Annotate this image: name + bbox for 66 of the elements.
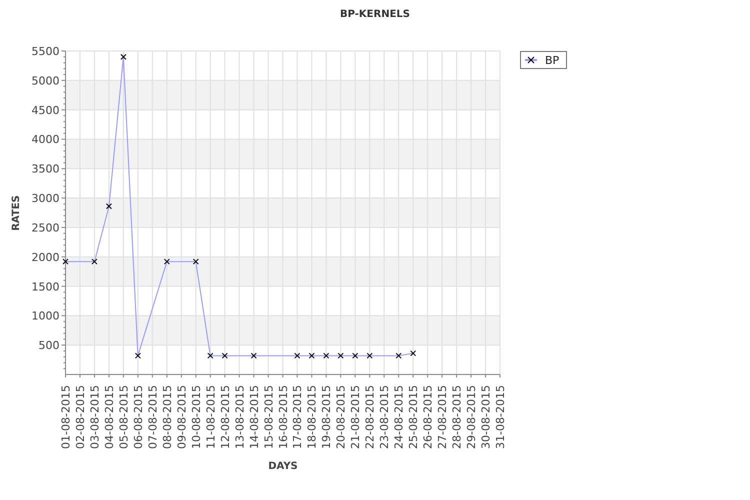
point-marker [396,352,402,359]
y-tick-label: 2000 [32,250,60,264]
y-tick-label: 5500 [32,45,60,58]
x-tick-label: 29-08-2015 [465,385,478,449]
legend-box [520,51,567,69]
x-tick-label: 08-08-2015 [160,385,174,449]
y-tick-label: 1000 [32,310,60,323]
y-tick-label: 5000 [32,74,60,88]
x-tick-label: 09-08-2015 [175,385,188,449]
x-tick-label: 15-08-2015 [262,385,276,449]
x-tick-label: 14-08-2015 [248,385,261,449]
x-tick-label: 03-08-2015 [88,385,102,449]
x-tick-label: 27-08-2015 [436,385,450,449]
legend-marker-icon [525,56,537,64]
x-tick-label: 26-08-2015 [422,385,435,449]
x-tick-label: 13-08-2015 [233,385,246,449]
point-marker [192,258,199,265]
x-tick-label: 12-08-2015 [218,385,232,449]
point-marker [323,352,330,359]
y-tick-label: 3000 [32,192,60,206]
point-marker [222,352,228,359]
y-tick-label: 3500 [32,162,60,176]
point-marker [164,258,170,265]
point-marker [352,352,358,359]
point-marker [366,352,373,359]
x-tick-label: 21-08-2015 [349,385,362,449]
x-tick-label: 17-08-2015 [291,385,304,449]
x-tick-label: 07-08-2015 [146,385,160,449]
x-tick-label: 01-08-2015 [60,385,72,449]
x-tick-label: 16-08-2015 [276,385,290,449]
x-tick-label: 22-08-2015 [364,385,377,449]
x-tick-label: 10-08-2015 [190,385,203,449]
point-marker [62,258,68,265]
point-marker [294,352,300,359]
x-tick-label: 06-08-2015 [132,385,145,449]
y-tick-label: 4000 [32,133,60,146]
y-tick-label: 1500 [32,280,60,294]
x-tick-label: 30-08-2015 [480,385,493,449]
x-tick-label: 25-08-2015 [407,385,420,449]
point-marker [120,54,126,60]
x-tick-label: 18-08-2015 [306,385,319,449]
x-tick-label: 20-08-2015 [334,385,348,449]
x-tick-label: 31-08-2015 [494,385,507,449]
point-marker [106,203,112,210]
point-marker [250,352,257,359]
y-tick-label: 2500 [32,221,60,234]
x-tick-label: 23-08-2015 [378,385,392,449]
chart-title: BP-KERNELS [340,9,410,20]
y-tick-label: 4500 [32,104,60,117]
x-axis-label: DAYS [268,461,298,472]
y-axis-label: RATES [11,195,22,231]
x-tick-label: 24-08-2015 [392,385,406,449]
point-marker [338,352,344,359]
point-marker [207,352,214,359]
x-tick-label: 11-08-2015 [204,385,218,449]
x-tick-label: 02-08-2015 [74,385,87,449]
point-marker [308,352,315,359]
y-tick-label: 500 [38,339,60,352]
point-marker [134,352,141,359]
x-tick-label: 28-08-2015 [450,385,464,449]
x-tick-label: 19-08-2015 [320,385,334,449]
x-tick-label: 04-08-2015 [102,385,116,449]
point-marker [91,258,98,265]
point-marker [410,350,416,356]
x-tick-label: 05-08-2015 [117,385,130,449]
legend-label: BP [545,54,560,67]
